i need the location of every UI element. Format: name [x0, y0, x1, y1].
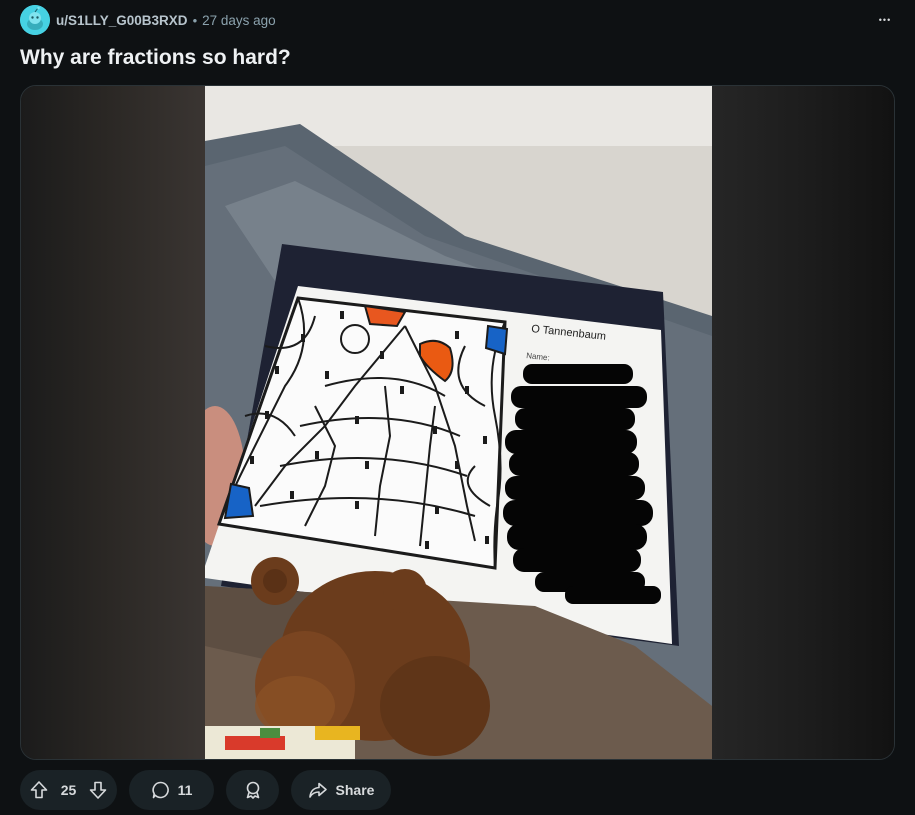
meta-separator: •	[192, 12, 198, 28]
more-options-button[interactable]: •••	[871, 7, 899, 33]
post-timestamp: 27 days ago	[202, 12, 276, 28]
post-image[interactable]: O Tannenbaum Name:	[205, 86, 712, 759]
upvote-button[interactable]	[29, 780, 49, 800]
share-label: Share	[335, 782, 375, 798]
post-header: u/S1LLY_G00B3RXD • 27 days ago •••	[20, 5, 899, 35]
comment-count: 11	[177, 782, 193, 798]
media-blur-right	[710, 86, 894, 759]
share-arrow-icon	[308, 782, 327, 798]
share-button[interactable]: Share	[291, 770, 391, 810]
more-options-icon: •••	[878, 15, 892, 25]
snoo-avatar-icon	[20, 5, 50, 35]
post-media[interactable]: O Tannenbaum Name:	[20, 85, 895, 760]
post-author[interactable]: u/S1LLY_G00B3RXD	[56, 13, 188, 28]
comments-button[interactable]: 11	[129, 770, 214, 810]
user-avatar[interactable]	[20, 5, 50, 35]
vote-control: 25	[20, 770, 117, 810]
upvote-arrow-icon	[30, 781, 48, 799]
post-action-bar: 25 11 Share	[20, 770, 391, 810]
vote-count: 25	[60, 782, 77, 798]
post-title[interactable]: Why are fractions so hard?	[20, 46, 291, 70]
media-blur-left	[21, 86, 205, 759]
award-button[interactable]	[226, 770, 279, 810]
comment-bubble-icon	[151, 781, 169, 799]
downvote-arrow-icon	[89, 781, 107, 799]
award-icon	[246, 781, 259, 799]
downvote-button[interactable]	[88, 780, 108, 800]
worksheet-photo: O Tannenbaum Name:	[205, 86, 712, 759]
